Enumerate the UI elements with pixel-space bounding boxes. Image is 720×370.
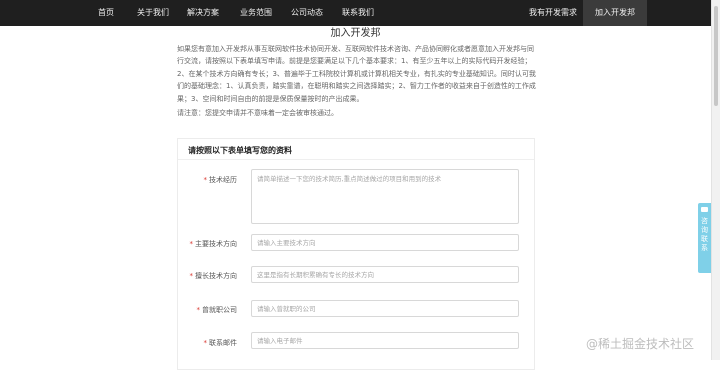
intro-text: 如果您有意加入开发邦从事互联网软件技术协同开发、互联网软件技术咨询、产品协同孵化… <box>177 45 536 103</box>
nav-item-join[interactable]: 加入开发邦 <box>583 0 647 26</box>
side-tab-label: 咨询联系 <box>701 217 708 252</box>
nav-item-home[interactable]: 首页 <box>98 0 114 26</box>
page-scrollbar[interactable] <box>711 0 720 360</box>
field-label-email: * 联系邮件 <box>167 338 238 348</box>
form-heading: 请按照以下表单填写您的资料 <box>188 146 292 155</box>
expert-tech-input[interactable] <box>251 266 519 283</box>
required-mark: * <box>189 240 194 248</box>
page-title: 加入开发邦 <box>330 28 381 39</box>
required-mark: * <box>203 339 208 347</box>
consult-side-tab[interactable]: 咨询联系 <box>698 203 711 273</box>
nav-item-business[interactable]: 业务范围 <box>240 0 272 26</box>
field-label-text: 曾就职公司 <box>202 306 237 314</box>
required-mark: * <box>196 306 201 314</box>
field-label-experience: * 技术经历 <box>167 175 238 185</box>
scrollbar-thumb[interactable] <box>714 6 718 106</box>
watermark: @稀土掘金技术社区 <box>586 337 695 351</box>
form-divider <box>178 159 534 160</box>
email-input[interactable] <box>251 332 519 349</box>
experience-textarea[interactable] <box>251 169 519 224</box>
required-mark: * <box>189 272 194 280</box>
nav-item-solutions[interactable]: 解决方案 <box>187 0 219 26</box>
chat-icon <box>701 207 708 212</box>
required-mark: * <box>203 176 208 184</box>
application-form: 请按照以下表单填写您的资料 *技术经历 *主要技术方向 *擅长技术方向 *曾就职… <box>177 138 535 370</box>
field-label-expert-tech: * 擅长技术方向 <box>167 271 238 281</box>
field-label-text: 主要技术方向 <box>195 240 237 248</box>
field-label-text: 联系邮件 <box>209 339 237 347</box>
nav-item-dev-demand[interactable]: 我有开发需求 <box>529 0 577 26</box>
field-label-text: 擅长技术方向 <box>195 272 237 280</box>
nav-item-contact[interactable]: 联系我们 <box>342 0 374 26</box>
field-label-company: * 曾就职公司 <box>167 305 238 315</box>
field-label-main-tech: * 主要技术方向 <box>167 239 238 249</box>
notice-text: 请注意：您提交申请并不意味着一定会被审核通过。 <box>177 109 338 117</box>
nav-item-about[interactable]: 关于我们 <box>137 0 169 26</box>
field-label-text: 技术经历 <box>209 176 237 184</box>
top-navigation: 首页 关于我们 解决方案 业务范围 公司动态 联系我们 我有开发需求 加入开发邦 <box>0 0 711 26</box>
nav-item-news[interactable]: 公司动态 <box>291 0 323 26</box>
main-tech-input[interactable] <box>251 234 519 251</box>
company-input[interactable] <box>251 300 519 317</box>
